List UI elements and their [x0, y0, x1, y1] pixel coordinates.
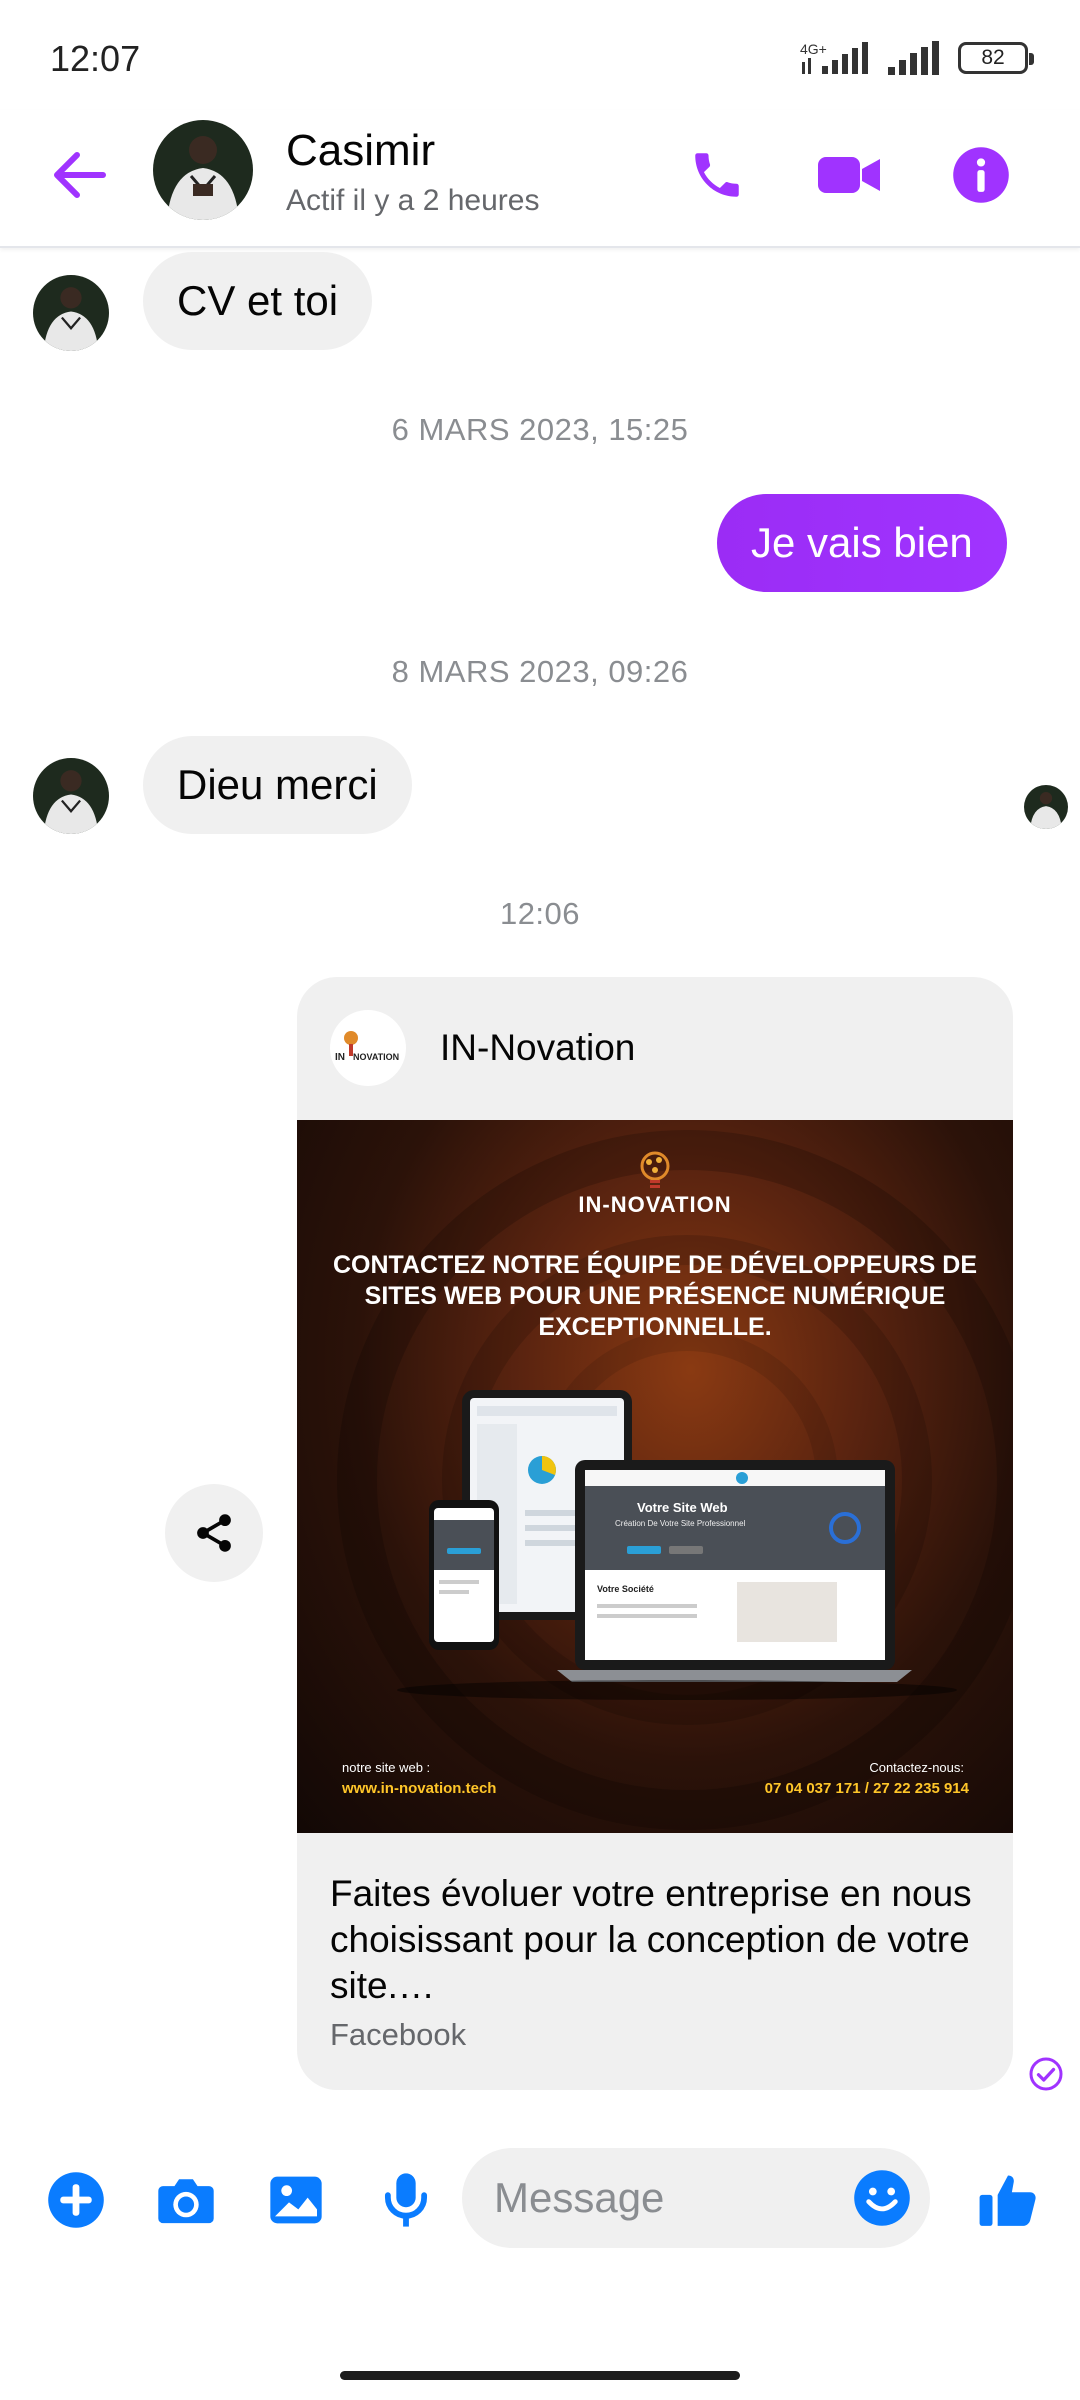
- brand-name: IN-NOVATION: [578, 1192, 732, 1217]
- signal-icon: [888, 41, 939, 75]
- contact-label: Contactez-nous:: [869, 1760, 964, 1775]
- message-timestamp: 8 MARS 2023, 09:26: [391, 654, 689, 689]
- smiley-icon: [854, 2170, 910, 2226]
- shared-post-card[interactable]: IN NOVATION IN-Novation IN-NOVATION CONT…: [297, 977, 1013, 2090]
- image-icon: [270, 2176, 322, 2224]
- network-label: 4G+: [800, 41, 827, 57]
- gallery-button[interactable]: [258, 2162, 334, 2238]
- lightbulb-icon: [640, 1151, 670, 1188]
- status-icons: 4G+ 82: [798, 40, 1034, 76]
- devices-mockup: Votre Site Web Création De Votre Site Pr…: [397, 1390, 957, 1700]
- status-time: 12:07: [50, 38, 141, 79]
- battery-icon: 82: [958, 42, 1034, 74]
- share-icon: [197, 1514, 231, 1552]
- arrow-left-icon: [54, 152, 106, 198]
- site-label: notre site web :: [342, 1760, 431, 1775]
- post-body[interactable]: Faites évoluer votre entreprise en nous …: [297, 1833, 1013, 2053]
- avatar-photo: [33, 758, 109, 834]
- message-composer: [0, 2130, 1080, 2270]
- site-url: www.in-novation.tech: [342, 1780, 497, 1797]
- screen-subtitle: Création De Votre Site Professionnel: [615, 1519, 746, 1528]
- message-timestamp: 12:06: [499, 896, 581, 931]
- contact-avatar[interactable]: [153, 120, 253, 220]
- contact-phones: 07 04 037 171 / 27 22 235 914: [764, 1780, 969, 1797]
- incoming-message[interactable]: CV et toi: [143, 252, 373, 350]
- post-description[interactable]: Faites évoluer votre entreprise en nous …: [330, 1871, 980, 2009]
- sender-avatar[interactable]: [33, 275, 109, 351]
- contact-name[interactable]: Casimir: [286, 126, 435, 176]
- status-bar: 12:07 4G+ 82: [0, 0, 1080, 110]
- camera-icon: [158, 2179, 214, 2224]
- like-button[interactable]: [970, 2162, 1046, 2238]
- signal-4g-icon: 4G+: [800, 41, 868, 74]
- audio-call-button[interactable]: [676, 134, 758, 216]
- info-button[interactable]: [940, 134, 1022, 216]
- innovation-logo-icon: IN NOVATION: [335, 1031, 399, 1063]
- video-camera-icon: [818, 157, 880, 193]
- ad-headline: CONTACTEZ NOTRE ÉQUIPE DE DÉVELOPPEURS D…: [332, 1251, 978, 1341]
- post-header: IN NOVATION IN-Novation: [297, 977, 1013, 1120]
- svg-text:NOVATION: NOVATION: [353, 1052, 399, 1062]
- voice-button[interactable]: [368, 2162, 444, 2238]
- post-source: Facebook: [330, 2017, 467, 2052]
- share-button[interactable]: [165, 1484, 263, 1582]
- read-receipt-avatar: [1024, 785, 1068, 829]
- page-logo[interactable]: IN NOVATION: [330, 1010, 406, 1086]
- back-button[interactable]: [44, 140, 114, 210]
- outgoing-message[interactable]: Je vais bien: [717, 494, 1007, 592]
- phone-icon: [695, 153, 739, 197]
- check-circle-icon: [1029, 2057, 1063, 2091]
- screen-title: Votre Site Web: [637, 1500, 728, 1515]
- avatar-photo: [33, 275, 109, 351]
- avatar-photo: [153, 120, 253, 220]
- thumbs-up-icon: [979, 2175, 1036, 2226]
- plus-circle-icon: [48, 2172, 104, 2228]
- info-icon: [953, 147, 1009, 203]
- sender-avatar[interactable]: [33, 758, 109, 834]
- microphone-icon: [384, 2173, 428, 2227]
- video-call-button[interactable]: [808, 134, 890, 216]
- screen-section: Votre Société: [597, 1584, 654, 1594]
- avatar-photo: [1024, 785, 1068, 829]
- home-indicator[interactable]: [340, 2371, 740, 2380]
- conversation-header: Casimir Actif il y a 2 heures: [0, 110, 1080, 248]
- incoming-message[interactable]: Dieu merci: [143, 736, 412, 834]
- post-image[interactable]: IN-NOVATION CONTACTEZ NOTRE ÉQUIPE DE DÉ…: [297, 1120, 1013, 1833]
- camera-button[interactable]: [148, 2162, 224, 2238]
- post-page-name[interactable]: IN-Novation: [440, 1027, 635, 1069]
- add-button[interactable]: [38, 2162, 114, 2238]
- message-timestamp: 6 MARS 2023, 15:25: [391, 412, 689, 447]
- contact-status: Actif il y a 2 heures: [286, 184, 540, 217]
- svg-text:IN: IN: [335, 1052, 345, 1063]
- emoji-button[interactable]: [850, 2166, 914, 2230]
